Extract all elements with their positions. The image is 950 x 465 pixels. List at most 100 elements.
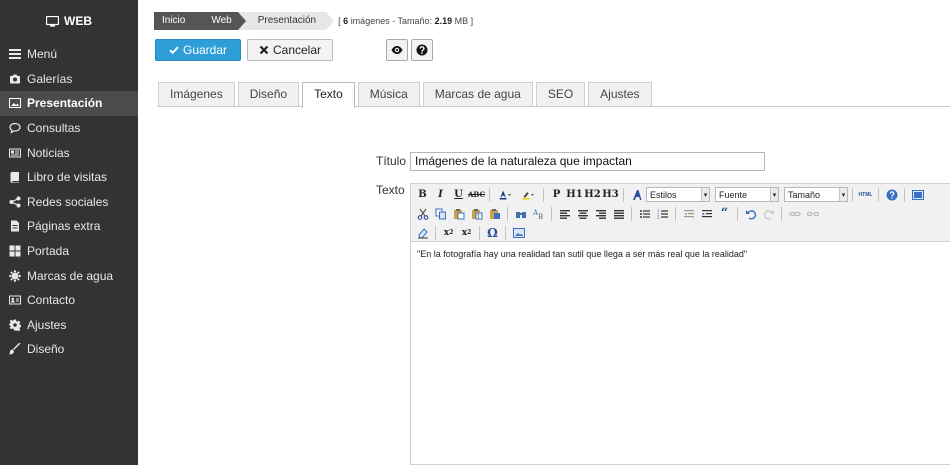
tab-design[interactable]: Diseño	[237, 82, 300, 106]
fullscreen-icon[interactable]	[909, 186, 926, 203]
paste-icon[interactable]	[450, 205, 467, 222]
sidebar-item-menu[interactable]: Menú	[0, 42, 138, 67]
sidebar-item-news[interactable]: Noticias	[0, 140, 138, 165]
chevron-down-icon: ▾	[839, 188, 847, 201]
help-icon[interactable]	[883, 186, 900, 203]
underline-icon[interactable]: U	[450, 186, 467, 203]
link-icon[interactable]	[786, 205, 803, 222]
tab-images[interactable]: Imágenes	[158, 82, 235, 106]
eraser-icon[interactable]	[414, 224, 431, 241]
toolbar-row: x2 x2 Ω	[414, 223, 950, 242]
cancel-button[interactable]: Cancelar	[247, 39, 333, 61]
tab-seo[interactable]: SEO	[535, 82, 586, 106]
font-select[interactable]: Fuente ▾	[715, 187, 779, 202]
cut-icon[interactable]	[414, 205, 431, 222]
save-button[interactable]: Guardar	[155, 39, 241, 61]
help-button[interactable]	[411, 39, 433, 61]
outdent-icon[interactable]	[680, 205, 697, 222]
align-center-icon[interactable]	[574, 205, 591, 222]
sidebar-item-label: Libro de visitas	[27, 170, 108, 185]
sidebar-item-social[interactable]: Redes sociales	[0, 190, 138, 215]
sidebar-item-label: Contacto	[27, 293, 76, 308]
drop-icon	[9, 269, 21, 282]
toolbar-separator	[781, 206, 782, 221]
paragraph-icon[interactable]: P	[548, 186, 565, 203]
image-icon	[9, 97, 21, 109]
paste-text-icon[interactable]: T	[468, 205, 485, 222]
indent-icon[interactable]	[698, 205, 715, 222]
heading3-icon[interactable]: H3	[602, 186, 619, 203]
highlight-color-icon[interactable]	[517, 186, 539, 203]
size-select-label: Tamaño	[788, 189, 821, 200]
italic-icon[interactable]: I	[432, 186, 449, 203]
sidebar-item-label: Páginas extra	[27, 219, 101, 234]
sidebar-item-watermarks[interactable]: Marcas de agua	[0, 263, 138, 288]
sidebar-item-design[interactable]: Diseño	[0, 337, 138, 362]
sidebar-item-galleries[interactable]: Galerías	[0, 67, 138, 92]
tab-settings[interactable]: Ajustes	[588, 82, 652, 106]
title-input[interactable]: Imágenes de la naturaleza que impactan	[410, 152, 765, 171]
insert-image-icon[interactable]	[510, 224, 527, 241]
tab-music[interactable]: Música	[357, 82, 420, 106]
redo-icon[interactable]	[760, 205, 777, 222]
main-content: Inicio Web Presentación [ 6 imágenes - T…	[138, 0, 950, 465]
replace-icon[interactable]: AB	[530, 205, 547, 222]
align-right-icon[interactable]	[592, 205, 609, 222]
breadcrumb-item-home[interactable]: Inicio	[154, 12, 204, 30]
chevron-down-icon: ▾	[701, 188, 709, 201]
sidebar-item-presentation[interactable]: Presentación	[0, 91, 138, 116]
toolbar-separator	[543, 187, 544, 202]
find-icon[interactable]	[512, 205, 529, 222]
text-color-icon[interactable]	[494, 186, 516, 203]
sidebar-item-label: Portada	[27, 244, 70, 259]
sidebar-item-label: Menú	[27, 47, 58, 62]
unlink-icon[interactable]	[804, 205, 821, 222]
sidebar-item-cover[interactable]: Portada	[0, 239, 138, 264]
toolbar-separator	[551, 206, 552, 221]
preview-button[interactable]	[386, 39, 408, 61]
paste-word-icon[interactable]	[486, 205, 503, 222]
style-format-icon[interactable]	[628, 186, 645, 203]
editor-content[interactable]: "En la fotografía hay una realidad tan s…	[411, 242, 950, 266]
sidebar-item-contact[interactable]: Contacto	[0, 288, 138, 313]
styles-select[interactable]: Estilos ▾	[646, 187, 710, 202]
sidebar: WEB Menú Galerías Presentación Consultas…	[0, 0, 138, 465]
bullet-list-icon[interactable]	[636, 205, 653, 222]
editor-toolbar: B I U ABC P H1 H2 H3 Estilos ▾ Fuente ▾ Ta…	[411, 184, 950, 242]
tab-watermarks[interactable]: Marcas de agua	[422, 82, 533, 106]
special-char-icon[interactable]: Ω	[484, 224, 501, 241]
align-left-icon[interactable]	[556, 205, 573, 222]
breadcrumb-item-web[interactable]: Web	[191, 12, 251, 30]
strikethrough-icon[interactable]: ABC	[468, 186, 485, 203]
toolbar-separator	[878, 187, 879, 202]
sidebar-item-label: Marcas de agua	[27, 268, 114, 283]
sidebar-item-guestbook[interactable]: Libro de visitas	[0, 165, 138, 190]
question-icon	[416, 44, 428, 56]
bold-icon[interactable]: B	[414, 186, 431, 203]
numbered-list-icon[interactable]: 123	[654, 205, 671, 222]
html-source-icon[interactable]: HTML	[857, 186, 874, 203]
tab-text[interactable]: Texto	[302, 82, 355, 108]
sidebar-item-settings[interactable]: Ajustes	[0, 313, 138, 338]
brush-icon	[9, 343, 21, 355]
subscript-icon[interactable]: x2	[440, 224, 457, 241]
toolbar-row: T AB 123 “	[414, 204, 950, 223]
size-select[interactable]: Tamaño ▾	[784, 187, 848, 202]
undo-icon[interactable]	[742, 205, 759, 222]
align-justify-icon[interactable]	[610, 205, 627, 222]
sidebar-brand[interactable]: WEB	[0, 0, 138, 42]
gallery-info: [ 6 imágenes - Tamaño: 2.19 MB ]	[338, 16, 473, 26]
gear-icon	[9, 319, 21, 331]
title-label: Título	[376, 154, 407, 168]
heading2-icon[interactable]: H2	[584, 186, 601, 203]
copy-icon[interactable]	[432, 205, 449, 222]
superscript-icon[interactable]: x2	[458, 224, 475, 241]
heading1-icon[interactable]: H1	[566, 186, 583, 203]
sidebar-item-extra-pages[interactable]: Páginas extra	[0, 214, 138, 239]
blockquote-icon[interactable]: “	[716, 205, 733, 222]
chat-icon	[9, 122, 21, 134]
image-count-suffix: imágenes - Tamaño:	[350, 16, 433, 26]
cancel-label: Cancelar	[272, 43, 322, 57]
eye-icon	[391, 46, 403, 54]
sidebar-item-inquiries[interactable]: Consultas	[0, 116, 138, 141]
